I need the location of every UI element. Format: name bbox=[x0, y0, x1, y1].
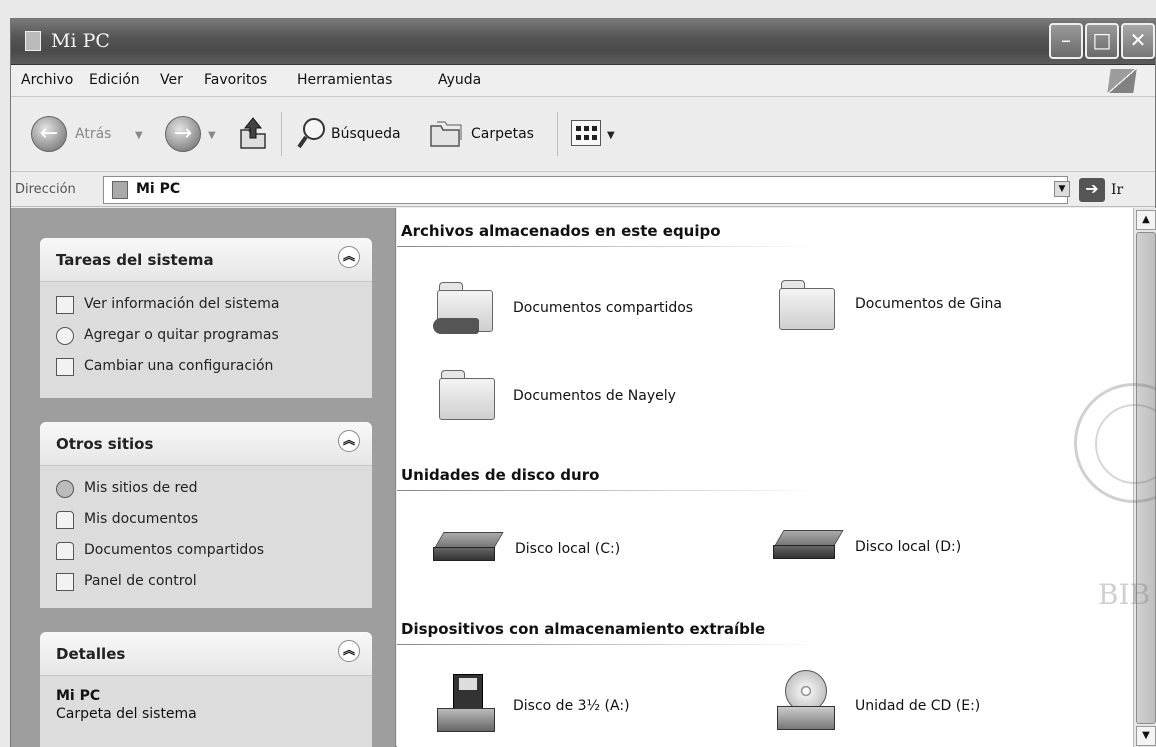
hard-drive-icon bbox=[433, 532, 504, 564]
task-pane: Tareas del sistema ︽ Ver información del… bbox=[11, 208, 396, 747]
place-my-documents[interactable]: Mis documentos bbox=[40, 505, 372, 536]
window-title: Mi PC bbox=[51, 30, 110, 52]
section-divider bbox=[397, 490, 817, 491]
task-system-info[interactable]: Ver información del sistema bbox=[40, 290, 372, 321]
menu-ayuda[interactable]: Ayuda bbox=[438, 72, 481, 88]
stamp-text: BIB bbox=[1098, 578, 1151, 611]
menu-edicion[interactable]: Edición bbox=[89, 72, 140, 88]
maximize-button[interactable]: □ bbox=[1085, 23, 1119, 59]
collapse-chevron-icon[interactable]: ︽ bbox=[338, 640, 360, 662]
toolbar-separator bbox=[281, 112, 282, 156]
details-header[interactable]: Detalles ︽ bbox=[40, 632, 372, 676]
search-button[interactable]: Búsqueda bbox=[331, 126, 401, 142]
explorer-window: Mi PC – □ ✕ Archivo Edición Ver Favorito… bbox=[10, 18, 1156, 747]
item-label[interactable]: Disco local (C:) bbox=[515, 541, 620, 557]
forward-history-chevron-icon[interactable]: ▼ bbox=[208, 130, 216, 141]
computer-icon bbox=[25, 31, 41, 51]
place-shared-documents[interactable]: Documentos compartidos bbox=[40, 536, 372, 567]
system-tasks-title: Tareas del sistema bbox=[56, 251, 214, 269]
folders-button[interactable]: Carpetas bbox=[471, 126, 534, 142]
address-field[interactable]: Mi PC bbox=[103, 176, 1068, 204]
shared-folder-icon bbox=[433, 280, 495, 334]
menu-favoritos[interactable]: Favoritos bbox=[204, 72, 267, 88]
scroll-up-icon[interactable]: ▲ bbox=[1136, 210, 1156, 230]
hard-drive-icon bbox=[773, 530, 844, 562]
place-label[interactable]: Panel de control bbox=[84, 573, 197, 589]
floppy-drive-icon bbox=[435, 674, 497, 736]
scroll-down-icon[interactable]: ▼ bbox=[1136, 726, 1156, 746]
task-change-setting[interactable]: Cambiar una configuración bbox=[40, 352, 372, 383]
place-label[interactable]: Mis sitios de red bbox=[84, 480, 197, 496]
magnifier-icon[interactable] bbox=[297, 116, 327, 150]
section-divider bbox=[397, 644, 817, 645]
cd-drive-icon bbox=[773, 670, 839, 734]
folder-icon bbox=[56, 511, 74, 529]
place-control-panel[interactable]: Panel de control bbox=[40, 567, 372, 598]
section-title: Dispositivos con almacenamiento extraíbl… bbox=[401, 620, 766, 638]
task-add-remove-programs[interactable]: Agregar o quitar programas bbox=[40, 321, 372, 352]
folders-icon[interactable] bbox=[429, 118, 463, 148]
folder-icon bbox=[56, 542, 74, 560]
folder-icon bbox=[439, 368, 497, 422]
collapse-chevron-icon[interactable]: ︽ bbox=[338, 430, 360, 452]
details-title: Detalles bbox=[56, 645, 126, 663]
address-dropdown-chevron-icon[interactable]: ▼ bbox=[1054, 181, 1070, 197]
other-places-header[interactable]: Otros sitios ︽ bbox=[40, 422, 372, 466]
views-chevron-icon[interactable]: ▼ bbox=[607, 130, 615, 141]
toolbar-separator bbox=[557, 112, 558, 156]
menu-archivo[interactable]: Archivo bbox=[21, 72, 73, 88]
forward-arrow-icon[interactable]: → bbox=[165, 116, 201, 152]
network-icon bbox=[56, 480, 74, 498]
item-label[interactable]: Disco de 3½ (A:) bbox=[513, 698, 630, 714]
folder-up-icon[interactable] bbox=[237, 114, 269, 152]
place-label[interactable]: Mis documentos bbox=[84, 511, 198, 527]
section-divider bbox=[397, 246, 817, 247]
other-places-panel: Otros sitios ︽ Mis sitios de red Mis doc… bbox=[40, 422, 372, 608]
section-title: Unidades de disco duro bbox=[401, 466, 600, 484]
system-tasks-header[interactable]: Tareas del sistema ︽ bbox=[40, 238, 372, 282]
title-bar[interactable]: Mi PC – □ ✕ bbox=[11, 19, 1155, 65]
minimize-button[interactable]: – bbox=[1049, 23, 1083, 59]
details-panel: Detalles ︽ Mi PC Carpeta del sistema bbox=[40, 632, 372, 747]
menu-herramientas[interactable]: Herramientas bbox=[297, 72, 392, 88]
item-label[interactable]: Documentos de Gina bbox=[855, 296, 1002, 312]
toolbar: ← Atrás ▼ → ▼ Búsqueda Carpetas ▼ bbox=[11, 98, 1155, 172]
folder-icon bbox=[779, 278, 837, 332]
place-label[interactable]: Documentos compartidos bbox=[84, 542, 264, 558]
control-panel-icon bbox=[56, 573, 74, 591]
item-label[interactable]: Documentos compartidos bbox=[513, 300, 693, 316]
view-grid-icon[interactable] bbox=[571, 120, 601, 146]
back-history-chevron-icon[interactable]: ▼ bbox=[135, 130, 143, 141]
address-bar: Dirección Mi PC ▼ ➔ Ir bbox=[11, 173, 1155, 207]
item-label[interactable]: Disco local (D:) bbox=[855, 539, 961, 555]
address-label: Dirección bbox=[15, 182, 76, 197]
item-label[interactable]: Unidad de CD (E:) bbox=[855, 698, 980, 714]
go-arrow-icon[interactable]: ➔ bbox=[1079, 178, 1105, 202]
system-tasks-panel: Tareas del sistema ︽ Ver información del… bbox=[40, 238, 372, 398]
section-title: Archivos almacenados en este equipo bbox=[401, 222, 721, 240]
menu-ver[interactable]: Ver bbox=[160, 72, 183, 88]
collapse-chevron-icon[interactable]: ︽ bbox=[338, 246, 360, 268]
control-panel-icon bbox=[56, 358, 74, 376]
address-value[interactable]: Mi PC bbox=[136, 181, 180, 197]
menu-bar: Archivo Edición Ver Favoritos Herramient… bbox=[11, 65, 1155, 97]
close-button[interactable]: ✕ bbox=[1121, 23, 1155, 59]
content-pane: Archivos almacenados en este equipo Docu… bbox=[397, 208, 1133, 747]
details-name: Mi PC bbox=[56, 688, 101, 704]
go-button[interactable]: Ir bbox=[1111, 182, 1123, 198]
task-label[interactable]: Ver información del sistema bbox=[84, 296, 279, 312]
task-label[interactable]: Agregar o quitar programas bbox=[84, 327, 279, 343]
windows-logo-icon bbox=[1107, 69, 1137, 93]
other-places-title: Otros sitios bbox=[56, 435, 154, 453]
back-button-label[interactable]: Atrás bbox=[75, 126, 111, 142]
computer-icon bbox=[112, 181, 128, 199]
place-network[interactable]: Mis sitios de red bbox=[40, 474, 372, 505]
details-description: Carpeta del sistema bbox=[56, 706, 197, 722]
system-info-icon bbox=[56, 296, 74, 314]
task-label[interactable]: Cambiar una configuración bbox=[84, 358, 273, 374]
item-label[interactable]: Documentos de Nayely bbox=[513, 388, 676, 404]
back-arrow-icon[interactable]: ← bbox=[31, 116, 67, 152]
add-remove-programs-icon bbox=[56, 327, 74, 345]
